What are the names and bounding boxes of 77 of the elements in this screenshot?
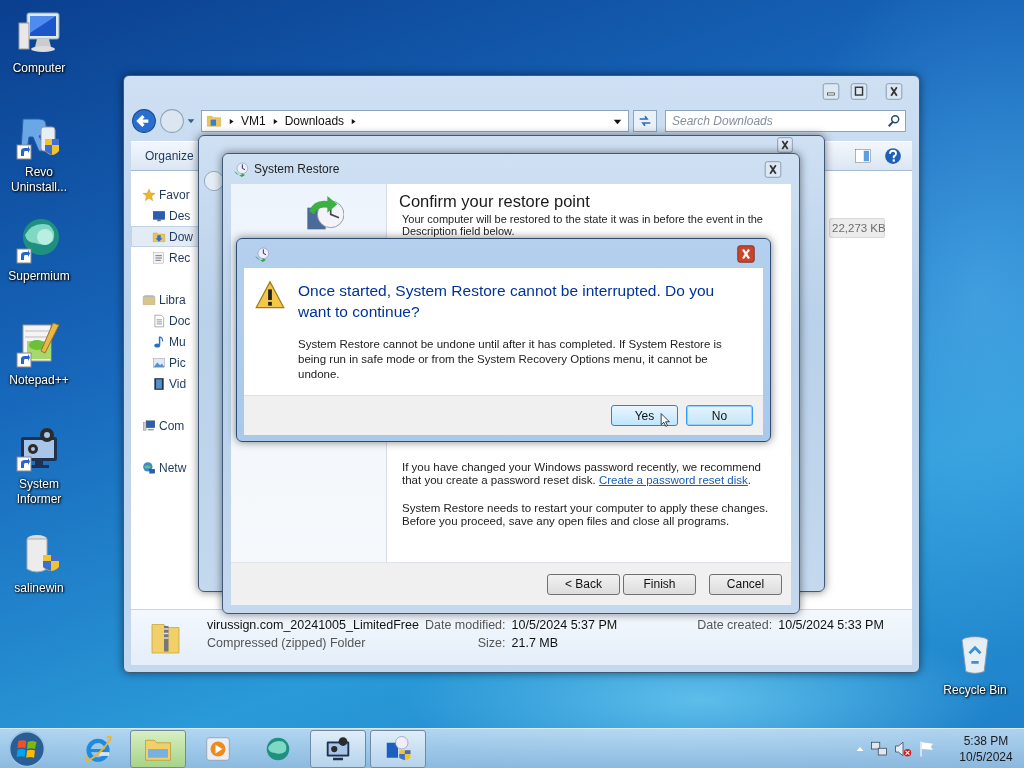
refresh-icon[interactable] bbox=[637, 113, 653, 129]
nav-item[interactable]: Rec bbox=[131, 247, 199, 268]
desktop-icon-label[interactable]: Supermium bbox=[8, 269, 70, 284]
music-note-icon bbox=[152, 334, 166, 349]
speaker-icon[interactable] bbox=[894, 739, 912, 758]
desktop-icon-label[interactable]: Revo Uninstall... bbox=[0, 165, 78, 195]
wizard-heading: Confirm your restore point bbox=[399, 191, 591, 211]
nav-item[interactable]: Favor bbox=[131, 184, 199, 205]
detail-value: 10/5/2024 5:33 PM bbox=[778, 618, 884, 632]
detail-label: Date created: bbox=[697, 618, 773, 632]
nav-item[interactable]: Doc bbox=[131, 310, 199, 331]
computer-icon bbox=[142, 418, 156, 433]
chevron-right-icon[interactable] bbox=[271, 116, 279, 126]
warning-icon bbox=[254, 280, 286, 310]
detail-value: 10/5/2024 5:37 PM bbox=[511, 618, 618, 632]
desktop-icon-label[interactable]: Recycle Bin bbox=[943, 683, 1007, 698]
help-icon[interactable] bbox=[884, 147, 902, 165]
network-icon[interactable] bbox=[870, 739, 888, 758]
detail-label: Size: bbox=[476, 636, 506, 650]
desktop-icon-label[interactable]: System Informer bbox=[0, 477, 78, 507]
dialog-button[interactable]: Yes bbox=[611, 405, 678, 426]
start-orb-icon[interactable] bbox=[8, 729, 46, 768]
wizard-button[interactable]: Cancel bbox=[709, 573, 782, 595]
list-icon bbox=[152, 250, 166, 265]
restore-icon bbox=[254, 245, 270, 262]
wizard-text: Your computer will be restored to the state it was in before the event in the Description field below. bbox=[401, 213, 764, 237]
nav-item[interactable]: Com bbox=[131, 415, 199, 436]
chevron-right-icon[interactable] bbox=[228, 116, 235, 126]
nav-item[interactable]: Vid bbox=[131, 373, 199, 394]
back-icon[interactable] bbox=[131, 108, 157, 134]
desktop-icon-label[interactable]: Notepad++ bbox=[9, 373, 69, 388]
search-field[interactable]: Search Downloads bbox=[665, 110, 906, 132]
desktop-icon-label[interactable]: salinewin bbox=[14, 581, 64, 596]
notepad-icon[interactable] bbox=[15, 321, 63, 369]
taskbar-button[interactable] bbox=[370, 729, 426, 768]
globe-computers-icon bbox=[142, 460, 156, 475]
nav-item[interactable]: Des bbox=[131, 205, 199, 226]
film-icon bbox=[152, 376, 166, 391]
nav-item[interactable]: Libra bbox=[131, 289, 199, 310]
taskbar-button[interactable] bbox=[310, 729, 366, 768]
dialog-message: System Restore cannot be undone until after it has completed. If System Restore is being run in safe mode or from the System Recovery Options menu, it cannot be undone. bbox=[298, 337, 723, 382]
dialog-heading: Once started, System Restore cannot be interrupted. Do you want to continue? bbox=[298, 281, 716, 322]
preview-pane-icon[interactable] bbox=[854, 147, 872, 165]
folder-icon bbox=[152, 229, 166, 244]
breadcrumb-item[interactable]: VM1 bbox=[241, 114, 266, 128]
password-reset-link[interactable]: Create a password reset disk bbox=[598, 474, 748, 486]
back-icon[interactable] bbox=[203, 170, 225, 192]
restore-icon bbox=[233, 161, 249, 177]
picture-icon bbox=[152, 355, 166, 370]
address-bar[interactable]: VM1 Downloads bbox=[201, 110, 629, 132]
star-icon bbox=[142, 187, 156, 202]
wizard-text: If you have changed your Windows password recently, we recommend that you create a password reset disk. Create a password reset disk. bbox=[401, 461, 762, 487]
wizard-button[interactable]: Finish bbox=[623, 573, 696, 595]
browser-e-icon bbox=[83, 733, 113, 764]
nav-item[interactable]: Mu bbox=[131, 331, 199, 352]
wizard-button[interactable]: < Back bbox=[547, 573, 620, 595]
nav-item[interactable]: Netw bbox=[131, 457, 199, 478]
nav-item[interactable]: Pic bbox=[131, 352, 199, 373]
detail-value: 21.7 MB bbox=[511, 636, 560, 650]
dialog-button[interactable]: No bbox=[686, 405, 753, 426]
clock-date[interactable]: 10/5/2024 bbox=[959, 748, 1013, 765]
folder-icon bbox=[206, 113, 222, 129]
nav-item[interactable]: Dow bbox=[131, 226, 199, 247]
file-name: virussign.com_20241005_LimitedFree bbox=[207, 618, 419, 632]
desktop-icon-label[interactable]: Computer bbox=[12, 61, 66, 76]
organize-button[interactable]: Organize bbox=[141, 146, 198, 166]
library-icon bbox=[142, 292, 156, 307]
search-icon[interactable] bbox=[887, 114, 901, 128]
breadcrumb-item[interactable]: Downloads bbox=[284, 114, 345, 128]
document-icon bbox=[152, 313, 166, 328]
wizard-text: System Restore needs to restart your computer to apply these changes. Before you proceed, save any open files and close all programs. bbox=[401, 502, 770, 528]
clock-time[interactable]: 5:38 PM bbox=[963, 732, 1009, 749]
chevron-right-icon[interactable] bbox=[350, 116, 358, 126]
window-title: System Restore bbox=[254, 162, 340, 176]
file-type: Compressed (zipped) Folder bbox=[207, 636, 367, 650]
monitor-icon bbox=[152, 208, 166, 223]
detail-label: Date modified: bbox=[424, 618, 506, 632]
